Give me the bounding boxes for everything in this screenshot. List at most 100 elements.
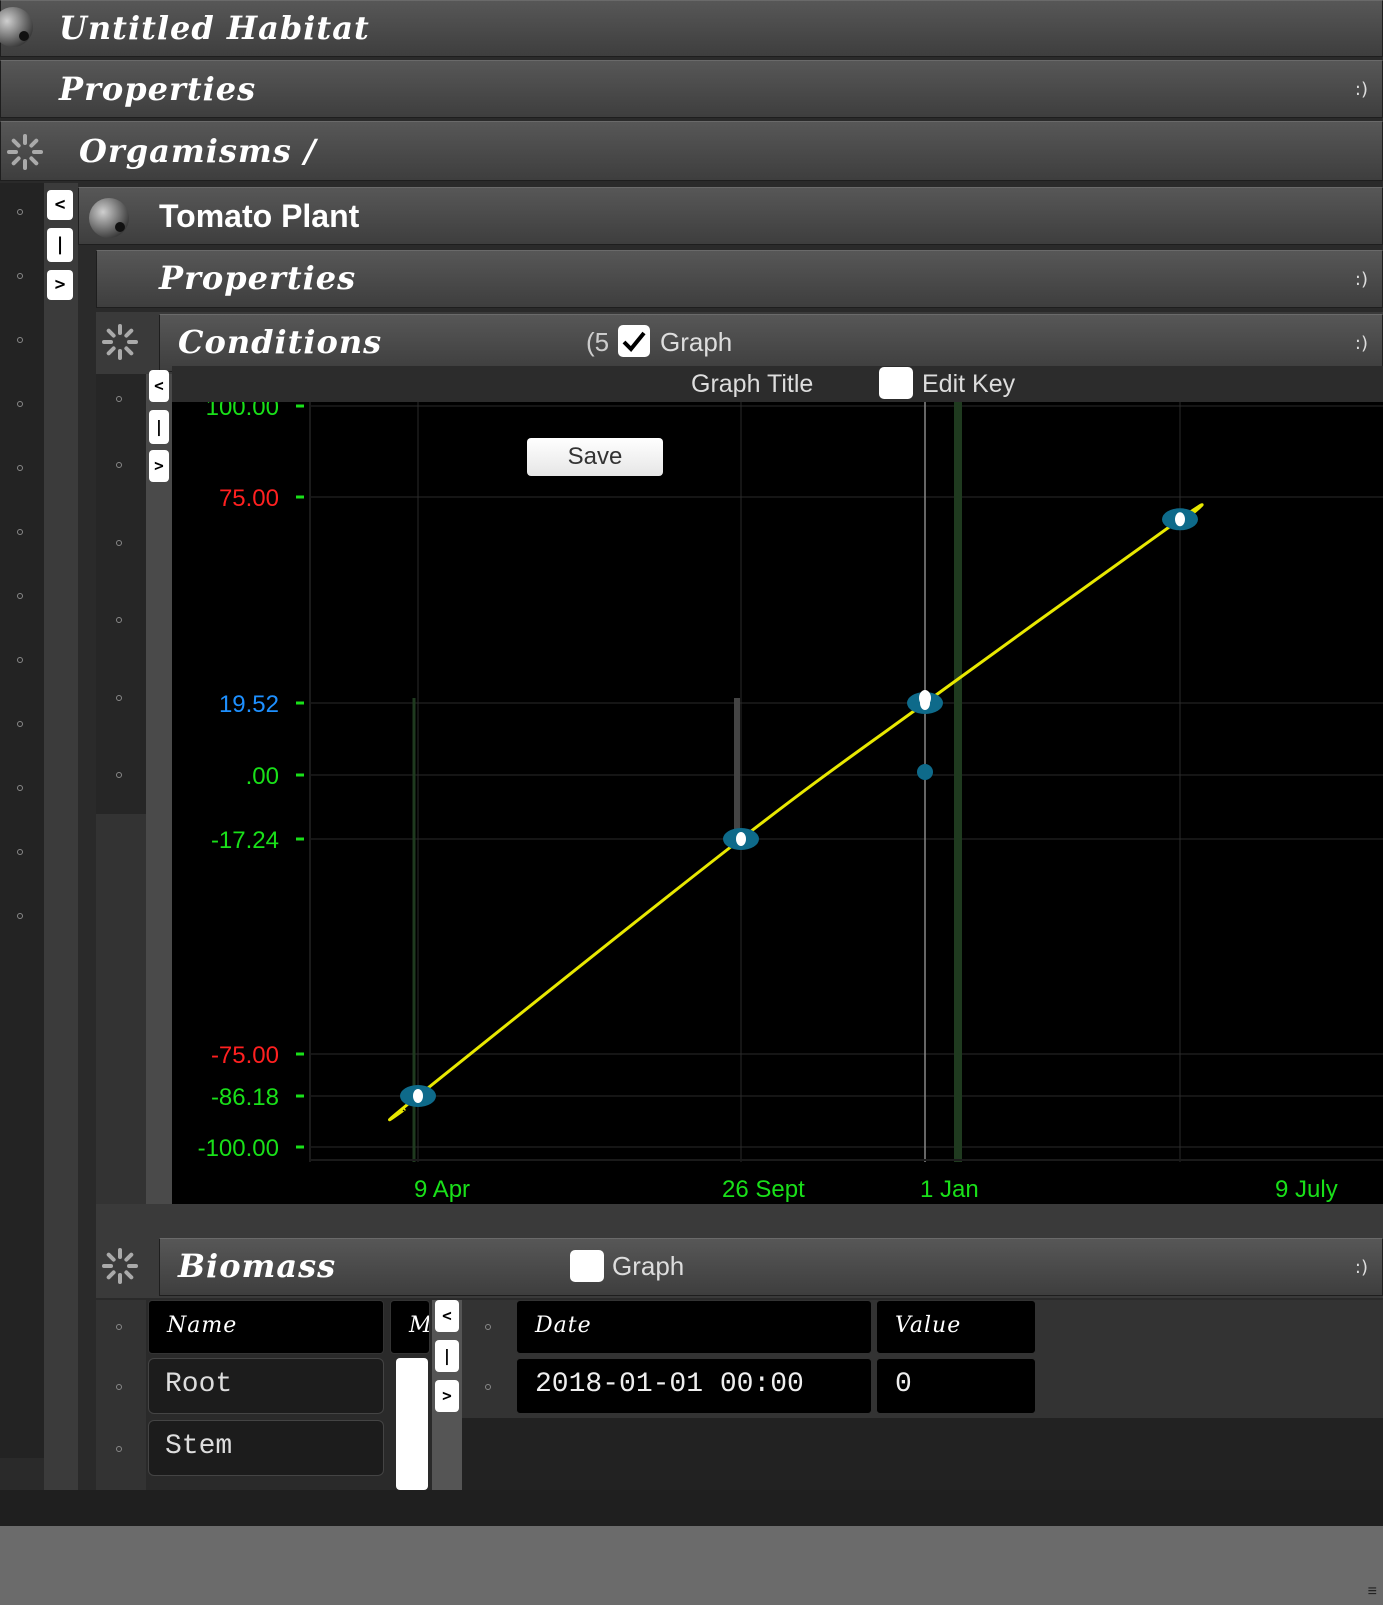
organism-properties-label: Properties: [159, 259, 357, 297]
left-dot[interactable]: [17, 465, 23, 471]
smiley-icon[interactable]: :): [1355, 1257, 1368, 1278]
conditions-graph-checkbox[interactable]: [618, 325, 650, 357]
nav-scroll-handle[interactable]: |: [47, 228, 73, 262]
left-gutter: [0, 183, 44, 1458]
name-header-label: Name: [167, 1313, 238, 1338]
loading-spinner-icon: [100, 322, 140, 362]
graph-area[interactable]: 100.00 75.00 19.52 .00 -17.24 -75.00 -86.18 -10…: [172, 402, 1383, 1204]
organism-properties-bar[interactable]: Properties :): [96, 250, 1383, 308]
save-button[interactable]: Save: [527, 438, 663, 476]
graph-title[interactable]: Graph Title: [691, 370, 813, 399]
left-dot[interactable]: [17, 657, 23, 663]
condition-dot[interactable]: [116, 695, 122, 701]
graph-nav-next-button[interactable]: >: [149, 450, 169, 482]
record-dot[interactable]: [485, 1324, 491, 1330]
line-chart[interactable]: 100.00 75.00 19.52 .00 -17.24 -75.00 -86.18 -10…: [172, 402, 1383, 1204]
conditions-bar[interactable]: Conditions (5 Graph :): [159, 314, 1383, 372]
edit-key-checkbox[interactable]: [879, 367, 913, 399]
left-dot[interactable]: [17, 273, 23, 279]
table-nav-scroll-handle[interactable]: |: [435, 1340, 459, 1372]
y-tick-label: .00: [246, 763, 279, 790]
organisms-bar[interactable]: Orgamisms /: [0, 121, 1383, 181]
data-point: [736, 832, 746, 846]
organism-part-row[interactable]: Root: [148, 1358, 384, 1414]
conditions-count: (5: [586, 327, 610, 357]
m-column-header: M: [390, 1300, 430, 1354]
biomass-dot[interactable]: [116, 1324, 122, 1330]
x-tick-label: 9 Apr: [414, 1176, 470, 1203]
habitat-properties-bar[interactable]: Properties :): [0, 60, 1383, 118]
value-header-label: Value: [895, 1313, 962, 1338]
checkmark-icon: [622, 331, 646, 352]
habitat-properties-label: Properties: [59, 70, 257, 108]
left-dot[interactable]: [17, 785, 23, 791]
conditions-gutter: [96, 374, 146, 814]
window-title: Untitled Habitat: [59, 9, 370, 47]
y-tick-label: -75.00: [211, 1042, 279, 1069]
condition-dot[interactable]: [116, 540, 122, 546]
section-gap: [96, 1204, 1383, 1236]
nav-prev-button[interactable]: <: [47, 190, 73, 220]
left-dot[interactable]: [17, 337, 23, 343]
biomass-dot[interactable]: [116, 1384, 122, 1390]
record-date-cell[interactable]: 2018-01-01 00:00: [516, 1358, 872, 1414]
conditions-label: Conditions: [178, 323, 383, 361]
x-tick-label: 26 Sept: [722, 1176, 805, 1203]
left-gutter-strip: [44, 183, 78, 1493]
resize-grip-icon[interactable]: ≡: [1368, 1583, 1377, 1601]
table-nav-prev-button[interactable]: <: [435, 1300, 459, 1332]
y-tick-label: 75.00: [219, 485, 279, 512]
bottom-status-bar: [0, 1526, 1383, 1605]
habitat-orb-icon[interactable]: [0, 7, 33, 47]
smiley-icon[interactable]: :): [1355, 269, 1368, 290]
graph-nav-scroll-handle[interactable]: |: [149, 410, 169, 444]
organisms-label: Orgamisms /: [79, 132, 317, 170]
record-value: 0: [895, 1369, 912, 1400]
condition-dot[interactable]: [116, 617, 122, 623]
graph-nav-prev-button[interactable]: <: [149, 370, 169, 402]
record-value-cell[interactable]: 0: [876, 1358, 1036, 1414]
condition-dot[interactable]: [116, 396, 122, 402]
m-column-field[interactable]: [396, 1358, 428, 1490]
left-dot[interactable]: [17, 913, 23, 919]
left-dot[interactable]: [17, 209, 23, 215]
smiley-icon[interactable]: :): [1355, 79, 1368, 100]
organism-part-row[interactable]: Stem: [148, 1420, 384, 1476]
condition-dot[interactable]: [116, 772, 122, 778]
records-empty-area: [462, 1418, 1383, 1490]
record-date: 2018-01-01 00:00: [535, 1369, 804, 1400]
record-dot[interactable]: [485, 1384, 491, 1390]
biomass-graph-checkbox[interactable]: [570, 1250, 604, 1282]
left-dot[interactable]: [17, 593, 23, 599]
loading-spinner-icon: [5, 132, 45, 172]
condition-dot[interactable]: [116, 462, 122, 468]
conditions-graph-label: Graph: [660, 327, 733, 357]
nav-next-button[interactable]: >: [47, 270, 73, 300]
organism-name: Tomato Plant: [159, 198, 360, 234]
organism-orb-icon[interactable]: [89, 198, 129, 238]
y-tick-label: -17.24: [211, 827, 279, 854]
left-dot[interactable]: [17, 529, 23, 535]
loading-spinner-icon: [100, 1246, 140, 1286]
biomass-label: Biomass: [178, 1247, 337, 1285]
smiley-icon[interactable]: :): [1355, 333, 1368, 354]
left-dot[interactable]: [17, 721, 23, 727]
data-point: [413, 1089, 423, 1103]
y-tick-label: 100.00: [206, 402, 279, 421]
edit-key-label: Edit Key: [922, 370, 1016, 398]
biomass-dot[interactable]: [116, 1446, 122, 1452]
part-name: Root: [165, 1369, 233, 1400]
biomass-bar[interactable]: Biomass Graph :): [159, 1238, 1383, 1296]
x-tick-label: 9 July: [1275, 1176, 1338, 1203]
conditions-gutter-lower: [96, 814, 146, 1204]
organism-header-bar[interactable]: Tomato Plant: [78, 187, 1383, 245]
left-dot[interactable]: [17, 401, 23, 407]
left-dot[interactable]: [17, 849, 23, 855]
name-column-header: Name: [148, 1300, 384, 1354]
x-tick-label: 1 Jan: [920, 1176, 979, 1203]
y-tick-label: 19.52: [219, 691, 279, 718]
table-nav-next-button[interactable]: >: [435, 1380, 459, 1412]
biomass-graph-label: Graph: [612, 1251, 685, 1281]
y-tick-label: -100.00: [198, 1135, 279, 1162]
bottom-dark-band: [0, 1490, 1383, 1526]
